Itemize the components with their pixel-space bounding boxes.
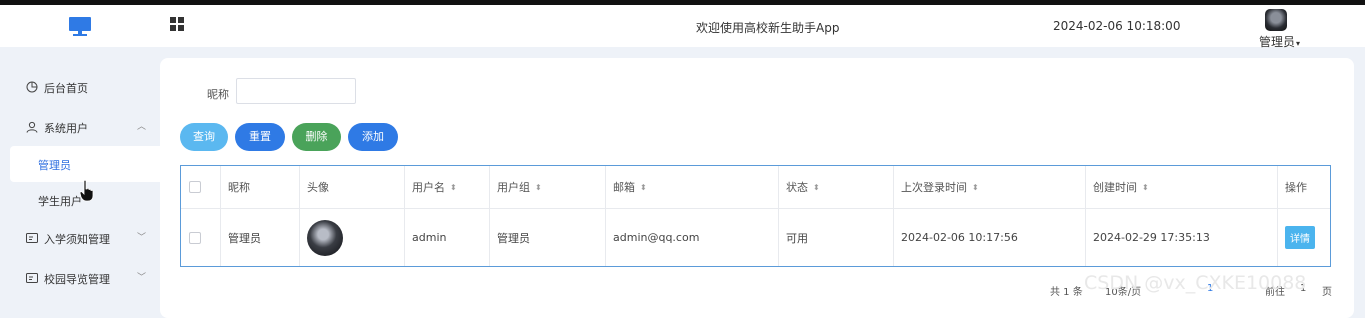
column-header-label: 用户名 xyxy=(412,181,445,194)
sidebar-subitem-label: 学生用户 xyxy=(38,195,82,208)
sort-icon[interactable]: ⬍ xyxy=(450,183,457,192)
column-header-sortable[interactable]: 邮箱 ⬍ xyxy=(606,166,779,208)
sort-icon[interactable]: ⬍ xyxy=(535,183,542,192)
chevron-down-icon: ﹀ xyxy=(137,233,147,243)
last-login-cell: 2024-02-06 10:17:56 xyxy=(894,209,1086,266)
action-cell: 详情 xyxy=(1278,209,1330,266)
column-header-label: 昵称 xyxy=(228,181,250,194)
email-cell: admin@qq.com xyxy=(606,209,779,266)
pie-chart-icon xyxy=(26,81,38,93)
group-value: 管理员 xyxy=(497,231,530,245)
sort-icon[interactable]: ⬍ xyxy=(813,183,820,192)
column-header-sortable[interactable]: 创建时间 ⬍ xyxy=(1086,166,1278,208)
avatar-cell xyxy=(300,209,405,266)
column-header-sortable[interactable]: 上次登录时间 ⬍ xyxy=(894,166,1086,208)
avatar xyxy=(307,219,343,256)
chevron-down-icon: ﹀ xyxy=(137,273,147,283)
sort-icon[interactable]: ⬍ xyxy=(640,183,647,192)
sidebar-item-dashboard[interactable]: 后台首页 xyxy=(0,69,160,105)
nickname-cell: 管理员 xyxy=(221,209,300,266)
column-header: 头像 xyxy=(300,166,405,208)
sidebar-item-admission-notice[interactable]: 入学须知管理 ﹀ xyxy=(0,220,160,256)
nickname-value: 管理员 xyxy=(228,231,261,245)
created-cell: 2024-02-29 17:35:13 xyxy=(1086,209,1278,266)
sidebar-subitem-admin[interactable]: 管理员 xyxy=(10,146,160,182)
sort-icon[interactable]: ⬍ xyxy=(972,183,979,192)
column-header-label: 邮箱 xyxy=(613,181,635,194)
column-header-label: 创建时间 xyxy=(1093,181,1137,194)
chevron-down-icon: ▾ xyxy=(1296,39,1301,48)
table-header-row: 昵称 头像 用户名 ⬍ 用户组 ⬍ 邮箱 ⬍ 状态 ⬍ 上次登录时间 ⬍ 创建时间 ⬍ xyxy=(181,166,1330,209)
column-header-sortable[interactable]: 用户组 ⬍ xyxy=(490,166,606,208)
card-icon xyxy=(26,273,38,283)
query-button[interactable]: 查询 xyxy=(180,123,228,151)
sidebar-item-label: 后台首页 xyxy=(44,82,88,95)
created-value: 2024-02-29 17:35:13 xyxy=(1093,231,1210,244)
table-row: 管理员 admin 管理员 admin@qq.com 可用 2024-02-06… xyxy=(181,209,1330,266)
column-header-label: 上次登录时间 xyxy=(901,181,967,194)
column-header-sortable[interactable]: 用户名 ⬍ xyxy=(405,166,490,208)
column-header: 昵称 xyxy=(221,166,300,208)
hand-cursor-icon xyxy=(80,180,94,202)
sidebar-item-campus-guide[interactable]: 校园导览管理 ﹀ xyxy=(0,260,160,296)
sidebar-item-label: 系统用户 xyxy=(44,122,88,135)
user-avatar[interactable] xyxy=(1265,9,1287,31)
row-select-cell xyxy=(181,209,221,266)
sidebar: 后台首页 系统用户 ︿ 管理员 学生用户 入学须知管理 ﹀ 校园导览管理 ﹀ xyxy=(0,47,160,310)
sidebar-subitem-label: 管理员 xyxy=(38,159,71,172)
user-menu-label: 管理员 xyxy=(1259,35,1296,49)
detail-button[interactable]: 详情 xyxy=(1285,226,1315,249)
sidebar-item-label: 校园导览管理 xyxy=(44,273,110,286)
add-button[interactable]: 添加 xyxy=(348,123,398,151)
watermark: CSDN @vx_CXKE10088 xyxy=(1084,272,1307,294)
current-datetime: 2024-02-06 10:18:00 xyxy=(1053,19,1181,33)
card-icon xyxy=(26,233,38,243)
column-header-sortable[interactable]: 状态 ⬍ xyxy=(779,166,894,208)
delete-button[interactable]: 删除 xyxy=(292,123,341,151)
nickname-label: 昵称 xyxy=(207,88,229,101)
sort-icon[interactable]: ⬍ xyxy=(1142,183,1149,192)
top-bar: 欢迎使用高校新生助手App 2024-02-06 10:18:00 管理员▾ xyxy=(0,0,1365,50)
user-menu[interactable]: 管理员▾ xyxy=(1259,33,1300,50)
last-login-value: 2024-02-06 10:17:56 xyxy=(901,231,1018,244)
chevron-up-icon: ︿ xyxy=(137,122,147,132)
row-checkbox[interactable] xyxy=(189,231,201,244)
select-all-checkbox[interactable] xyxy=(189,181,201,193)
column-header-label: 用户组 xyxy=(497,181,530,194)
email-value: admin@qq.com xyxy=(613,231,700,244)
pagination-total: 共 1 条 xyxy=(1050,287,1083,298)
group-cell: 管理员 xyxy=(490,209,606,266)
user-icon xyxy=(26,121,38,133)
menu-grid-icon[interactable] xyxy=(170,17,184,31)
reset-button[interactable]: 重置 xyxy=(235,123,285,151)
user-table: 昵称 头像 用户名 ⬍ 用户组 ⬍ 邮箱 ⬍ 状态 ⬍ 上次登录时间 ⬍ 创建时间 ⬍ xyxy=(180,165,1331,267)
column-header-label: 头像 xyxy=(307,181,329,194)
nickname-input[interactable] xyxy=(236,78,356,104)
status-value: 可用 xyxy=(786,231,808,245)
column-header-label: 状态 xyxy=(786,181,808,194)
monitor-logo-icon xyxy=(69,17,91,36)
username-cell: admin xyxy=(405,209,490,266)
select-all-cell xyxy=(181,166,221,208)
column-header: 操作 xyxy=(1278,166,1330,208)
sidebar-item-system-users[interactable]: 系统用户 ︿ xyxy=(0,109,160,145)
page-unit-label: 页 xyxy=(1322,287,1332,298)
status-cell: 可用 xyxy=(779,209,894,266)
username-value: admin xyxy=(412,231,447,244)
app-title: 欢迎使用高校新生助手App xyxy=(696,21,840,35)
sidebar-item-label: 入学须知管理 xyxy=(44,233,110,246)
column-header-label: 操作 xyxy=(1285,181,1307,194)
